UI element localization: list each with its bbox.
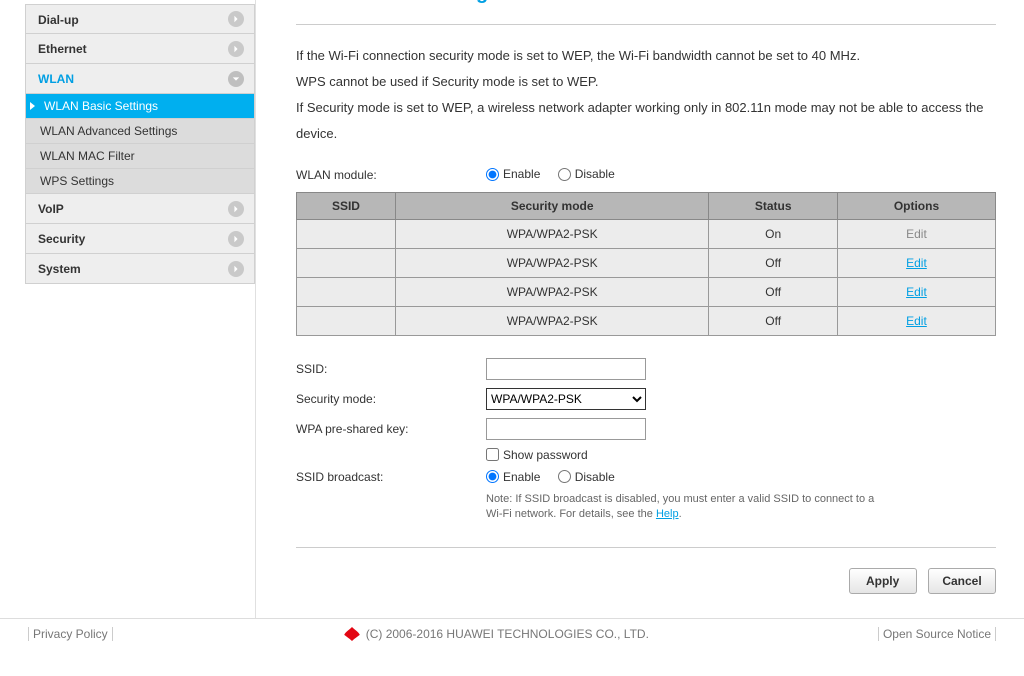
edit-link[interactable]: Edit — [906, 227, 927, 241]
apply-button[interactable]: Apply — [849, 568, 917, 594]
edit-link[interactable]: Edit — [906, 285, 927, 299]
sidebar-sub-wps[interactable]: WPS Settings — [25, 169, 255, 194]
sidebar-label: System — [38, 262, 81, 276]
sidebar-item-dialup[interactable]: Dial-up — [25, 4, 255, 34]
sidebar-item-ethernet[interactable]: Ethernet — [25, 34, 255, 64]
page-title: WLAN Basic Settings — [296, 0, 996, 8]
sidebar-label: VoIP — [38, 202, 64, 216]
cell-mode: WPA/WPA2-PSK — [395, 277, 708, 306]
sidebar-sub-label: WLAN MAC Filter — [40, 149, 135, 163]
sidebar-item-system[interactable]: System — [25, 254, 255, 284]
show-password-checkbox[interactable]: Show password — [486, 448, 588, 462]
sidebar-label: Ethernet — [38, 42, 87, 56]
table-row: WPA/WPA2-PSK On Edit — [297, 219, 996, 248]
chevron-right-icon — [228, 261, 244, 277]
key-input[interactable] — [486, 418, 646, 440]
sidebar-sub-label: WLAN Basic Settings — [44, 99, 158, 113]
cell-status: Off — [709, 306, 838, 335]
chevron-right-icon — [228, 41, 244, 57]
desc-line: WPS cannot be used if Security mode is s… — [296, 69, 996, 95]
edit-link[interactable]: Edit — [906, 314, 927, 328]
cell-status: Off — [709, 248, 838, 277]
main-content: WLAN Basic Settings If the Wi-Fi connect… — [255, 0, 1024, 618]
divider — [296, 24, 996, 25]
sidebar-sub-label: WLAN Advanced Settings — [40, 124, 177, 138]
th-options: Options — [837, 192, 995, 219]
key-label: WPA pre-shared key: — [296, 422, 486, 436]
security-select[interactable]: WPA/WPA2-PSK — [486, 388, 646, 410]
wlan-module-label: WLAN module: — [296, 168, 486, 182]
copyright-text: (C) 2006-2016 HUAWEI TECHNOLOGIES CO., L… — [366, 627, 649, 641]
sidebar-item-wlan[interactable]: WLAN — [25, 64, 255, 94]
th-ssid: SSID — [297, 192, 396, 219]
table-row: WPA/WPA2-PSK Off Edit — [297, 248, 996, 277]
cell-mode: WPA/WPA2-PSK — [395, 248, 708, 277]
cell-status: On — [709, 219, 838, 248]
sidebar-sub-label: WPS Settings — [40, 174, 114, 188]
button-row: Apply Cancel — [296, 547, 996, 618]
sidebar-sub-wlan-advanced[interactable]: WLAN Advanced Settings — [25, 119, 255, 144]
wlan-disable-radio[interactable]: Disable — [558, 167, 615, 181]
broadcast-note: Note: If SSID broadcast is disabled, you… — [486, 492, 876, 523]
edit-link[interactable]: Edit — [906, 256, 927, 270]
th-security: Security mode — [395, 192, 708, 219]
sidebar-sub-wlan-mac-filter[interactable]: WLAN MAC Filter — [25, 144, 255, 169]
sidebar-item-voip[interactable]: VoIP — [25, 194, 255, 224]
table-row: WPA/WPA2-PSK Off Edit — [297, 277, 996, 306]
huawei-logo-icon — [342, 627, 362, 641]
sidebar-label: Dial-up — [38, 13, 79, 27]
cell-mode: WPA/WPA2-PSK — [395, 306, 708, 335]
sidebar: Dial-up Ethernet WLAN WLAN Basic Setting… — [0, 0, 255, 618]
table-row: WPA/WPA2-PSK Off Edit — [297, 306, 996, 335]
broadcast-enable-radio[interactable]: Enable — [486, 470, 540, 484]
wlan-enable-radio[interactable]: Enable — [486, 167, 540, 181]
th-status: Status — [709, 192, 838, 219]
sidebar-label: Security — [38, 232, 85, 246]
broadcast-disable-radio[interactable]: Disable — [558, 470, 615, 484]
description: If the Wi-Fi connection security mode is… — [296, 43, 996, 147]
privacy-link[interactable]: Privacy Policy — [28, 627, 113, 641]
chevron-right-icon — [228, 201, 244, 217]
wlan-table: SSID Security mode Status Options WPA/WP… — [296, 192, 996, 336]
chevron-right-icon — [228, 11, 244, 27]
desc-line: If Security mode is set to WEP, a wirele… — [296, 95, 996, 147]
sidebar-item-security[interactable]: Security — [25, 224, 255, 254]
sidebar-label: WLAN — [38, 72, 74, 86]
chevron-right-icon — [228, 231, 244, 247]
wlan-module-row: WLAN module: Enable Disable — [296, 167, 996, 184]
desc-line: If the Wi-Fi connection security mode is… — [296, 43, 996, 69]
ssid-input[interactable] — [486, 358, 646, 380]
sidebar-sub-wlan-basic[interactable]: WLAN Basic Settings — [25, 94, 255, 119]
broadcast-label: SSID broadcast: — [296, 470, 486, 484]
opensource-link[interactable]: Open Source Notice — [878, 627, 996, 641]
ssid-label: SSID: — [296, 362, 486, 376]
security-label: Security mode: — [296, 392, 486, 406]
cell-ssid — [297, 306, 396, 335]
chevron-down-icon — [228, 71, 244, 87]
help-link[interactable]: Help — [656, 508, 679, 520]
cancel-button[interactable]: Cancel — [928, 568, 996, 594]
cell-status: Off — [709, 277, 838, 306]
footer: Privacy Policy (C) 2006-2016 HUAWEI TECH… — [0, 618, 1024, 649]
cell-ssid — [297, 277, 396, 306]
cell-ssid — [297, 219, 396, 248]
cell-mode: WPA/WPA2-PSK — [395, 219, 708, 248]
cell-ssid — [297, 248, 396, 277]
